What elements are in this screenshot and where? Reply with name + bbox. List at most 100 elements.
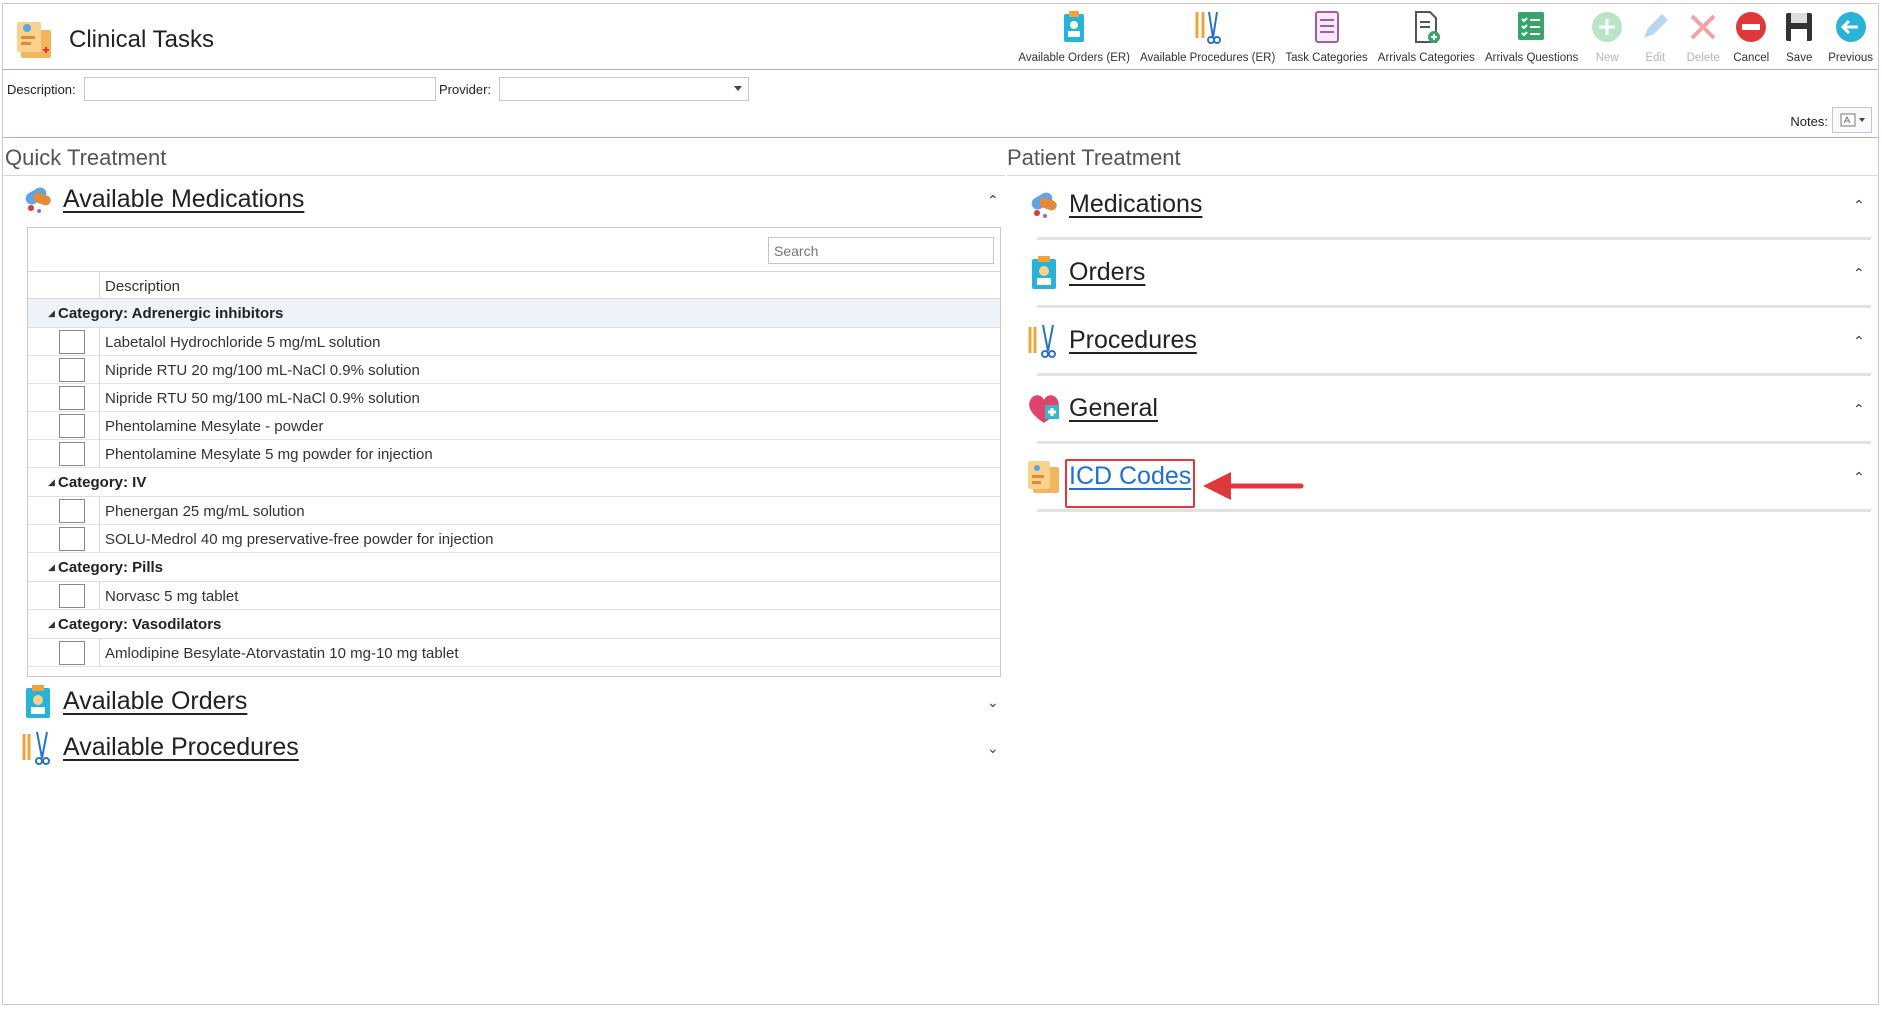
medications-link[interactable]: Medications [1069,190,1202,219]
notes-label: Notes: [1790,114,1828,129]
toolbar-label: New [1595,52,1619,64]
divider [1037,441,1871,444]
description-input[interactable] [84,77,436,101]
general-link[interactable]: General [1069,394,1158,423]
medication-description: Phentolamine Mesylate 5 mg powder for in… [99,440,433,468]
grid-column-header: Description [28,271,1000,300]
row-checkbox[interactable] [59,414,85,438]
divider [3,175,1005,176]
previous-button[interactable]: Previous [1823,8,1878,68]
toolbar-label: Save [1786,52,1813,64]
toolbar-label: Available Procedures (ER) [1140,52,1276,64]
edit-button[interactable]: Edit [1631,8,1679,68]
row-checkbox[interactable] [59,442,85,466]
category-row[interactable]: ◢ Category: IV [28,468,1000,497]
search-input[interactable] [768,237,994,264]
table-row: SOLU-Medrol 40 mg preservative-free powd… [28,525,1000,553]
row-checkbox[interactable] [59,499,85,523]
note-icon [1840,113,1855,127]
chevron-down-icon[interactable]: ⌄ [987,694,999,711]
procedures-link[interactable]: Procedures [1069,326,1197,355]
toolbar-label: Available Orders (ER) [1018,52,1131,64]
toolbar-label: Cancel [1733,52,1770,64]
chevron-up-icon[interactable]: ⌃ [987,192,999,209]
row-checkbox[interactable] [59,358,85,382]
medication-description: Amlodipine Besylate-Atorvastatin 10 mg-1… [99,639,459,667]
pills-icon [25,187,51,213]
divider [1037,305,1871,308]
divider [1007,175,1879,176]
patient-treatment-title: Patient Treatment [1007,145,1181,170]
document-add-icon [1415,11,1441,43]
highlight-box [1065,459,1195,508]
arrivals-categories-button[interactable]: Arrivals Categories [1373,8,1480,68]
chevron-up-icon[interactable]: ⌃ [1853,469,1865,486]
available-orders-header[interactable]: Available Orders [19,682,247,720]
table-row: Norvasc 5 mg tablet [28,582,1000,610]
available-medications-link[interactable]: Available Medications [63,185,304,214]
collapse-triangle-icon: ◢ [48,562,55,572]
available-orders-link[interactable]: Available Orders [63,687,247,716]
task-categories-button[interactable]: Task Categories [1280,8,1372,68]
clipboard-icon [1032,256,1056,289]
category-label: Category: Vasodilators [58,616,222,633]
medications-grid: Description ◢ Category: Adrenergic inhib… [27,227,1001,677]
header: Clinical Tasks Available Orders (ER) Ava… [3,4,1878,70]
orders-header[interactable]: Orders [1025,253,1145,291]
row-checkbox[interactable] [59,527,85,551]
chevron-up-icon[interactable]: ⌃ [1853,197,1865,214]
available-procedures-header[interactable]: Available Procedures [19,728,299,766]
clipboard-icon [1064,11,1085,42]
category-row[interactable]: ◢ Category: Pills [28,553,1000,582]
medication-description: Phentolamine Mesylate - powder [99,412,323,440]
delete-button[interactable]: Delete [1679,8,1727,68]
clinical-tasks-logo-icon [17,22,51,58]
available-medications-header[interactable]: Available Medications [19,180,304,218]
divider [1037,237,1871,240]
orders-link[interactable]: Orders [1069,258,1145,287]
medications-header[interactable]: Medications [1025,185,1202,223]
chevron-down-icon[interactable]: ⌄ [987,740,999,757]
notes-button[interactable] [1832,107,1872,133]
row-checkbox[interactable] [59,330,85,354]
arrivals-questions-button[interactable]: Arrivals Questions [1480,8,1583,68]
available-procedures-link[interactable]: Available Procedures [63,733,299,762]
pencil-icon [1644,14,1669,38]
row-checkbox[interactable] [59,584,85,608]
medication-description: Labetalol Hydrochloride 5 mg/mL solution [99,328,380,356]
instruments-icon [1195,11,1221,44]
medication-description: SOLU-Medrol 40 mg preservative-free powd… [99,525,494,553]
toolbar-label: Delete [1686,52,1720,64]
x-icon [1690,14,1716,40]
general-header[interactable]: General [1025,389,1158,427]
row-checkbox[interactable] [59,641,85,665]
list-icon [1314,11,1339,43]
row-checkbox[interactable] [59,386,85,410]
save-button[interactable]: Save [1775,8,1823,68]
cancel-icon [1736,12,1767,42]
category-label: Category: Pills [58,559,164,576]
category-row[interactable]: ◢ Category: Adrenergic inhibitors [28,299,1000,328]
category-row[interactable]: ◢ Category: Vasodilators [28,610,1000,639]
toolbar-label: Previous [1828,52,1873,64]
category-label: Category: IV [58,474,147,491]
plus-icon [1592,12,1623,42]
collapse-triangle-icon: ◢ [48,477,55,487]
save-icon [1786,13,1813,41]
app-window: Clinical Tasks Available Orders (ER) Ava… [2,3,1879,1005]
divider [3,137,1878,138]
description-column-header[interactable]: Description [99,272,1000,300]
cancel-button[interactable]: Cancel [1727,8,1775,68]
new-button[interactable]: New [1583,8,1631,68]
chevron-up-icon[interactable]: ⌃ [1853,401,1865,418]
divider [1037,509,1871,512]
clipboard-icon [26,685,50,718]
chevron-down-icon [1858,118,1865,122]
chevron-up-icon[interactable]: ⌃ [1853,265,1865,282]
provider-dropdown[interactable] [499,77,749,101]
checklist-icon [1517,12,1544,40]
available-procedures-er-button[interactable]: Available Procedures (ER) [1135,8,1280,68]
chevron-up-icon[interactable]: ⌃ [1853,333,1865,350]
procedures-header[interactable]: Procedures [1025,321,1197,359]
available-orders-er-button[interactable]: Available Orders (ER) [1013,8,1135,68]
